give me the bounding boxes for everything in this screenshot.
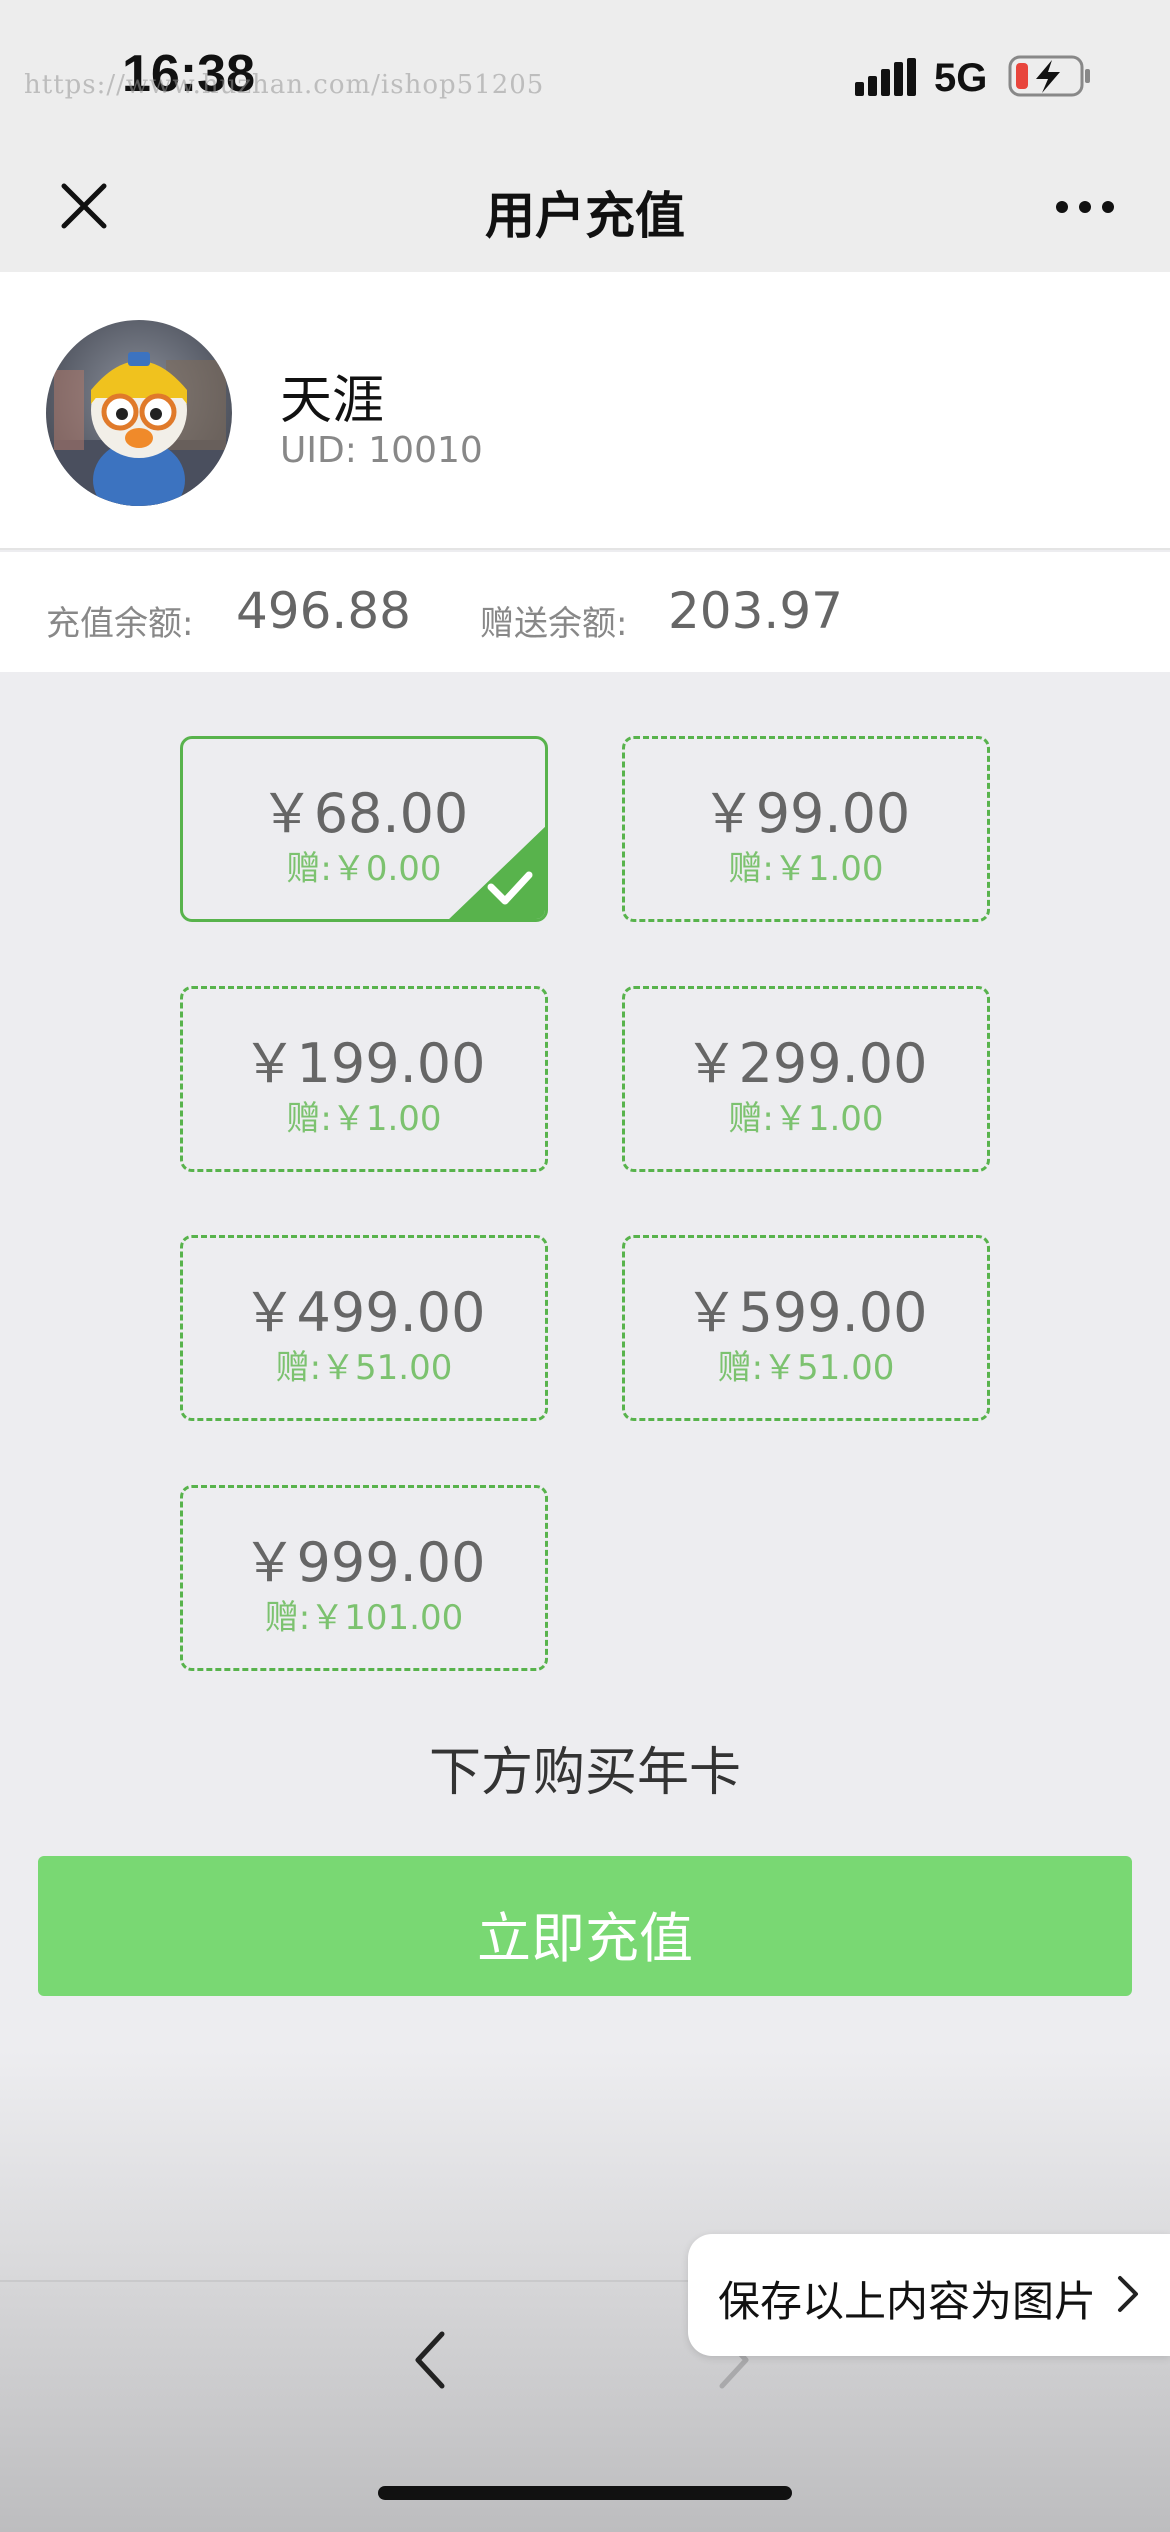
nav-bar: 用户充值 xyxy=(0,140,1170,272)
option-price: ￥499.00 xyxy=(242,1281,486,1344)
option-bonus: 赠:￥51.00 xyxy=(717,1348,895,1388)
recharge-option[interactable]: ￥68.00 赠:￥0.00 xyxy=(180,736,548,922)
option-price: ￥299.00 xyxy=(684,1032,928,1095)
option-bonus: 赠:￥1.00 xyxy=(728,1099,884,1139)
balance-row: 充值余额: 496.88 赠送余额: 203.97 xyxy=(0,552,1170,672)
option-bonus: 赠:￥1.00 xyxy=(286,1099,442,1139)
save-as-image-button[interactable]: 保存以上内容为图片 xyxy=(688,2234,1170,2356)
option-price: ￥999.00 xyxy=(242,1531,486,1594)
recharge-balance-label: 充值余额: xyxy=(46,604,194,644)
recharge-now-label: 立即充值 xyxy=(477,1907,693,1970)
recharge-balance-value: 496.88 xyxy=(236,582,411,640)
watermark: https://www.huzhan.com/ishop51205 xyxy=(24,70,545,100)
status-bar: 16:38 https://www.huzhan.com/ishop51205 … xyxy=(0,0,1170,140)
signal-icon xyxy=(855,58,916,96)
user-uid: UID: 10010 xyxy=(280,430,483,471)
home-indicator xyxy=(378,2486,792,2500)
save-as-image-label: 保存以上内容为图片 xyxy=(718,2277,1097,2326)
recharge-option[interactable]: ￥999.00 赠:￥101.00 xyxy=(180,1485,548,1671)
recharge-now-button[interactable]: 立即充值 xyxy=(38,1856,1132,1996)
option-bonus: 赠:￥101.00 xyxy=(264,1598,464,1638)
buy-yearcard-link[interactable]: 下方购买年卡 xyxy=(0,1730,1170,1805)
option-bonus: 赠:￥51.00 xyxy=(275,1348,453,1388)
gift-balance-label: 赠送余额: xyxy=(480,604,628,644)
check-icon xyxy=(449,826,545,919)
avatar xyxy=(46,320,232,506)
recharge-option[interactable]: ￥299.00 赠:￥1.00 xyxy=(622,986,990,1172)
user-name: 天涯 xyxy=(280,371,385,431)
battery-icon xyxy=(1008,55,1090,97)
recharge-option[interactable]: ￥499.00 赠:￥51.00 xyxy=(180,1235,548,1421)
page-title: 用户充值 xyxy=(485,187,685,245)
option-price: ￥99.00 xyxy=(701,782,911,845)
recharge-option[interactable]: ￥599.00 赠:￥51.00 xyxy=(622,1235,990,1421)
option-price: ￥599.00 xyxy=(684,1281,928,1344)
more-icon[interactable] xyxy=(1055,200,1115,214)
user-card: 天涯 UID: 10010 xyxy=(0,272,1170,550)
option-bonus: 赠:￥1.00 xyxy=(728,849,884,889)
option-price: ￥199.00 xyxy=(242,1032,486,1095)
gift-balance-value: 203.97 xyxy=(668,582,843,640)
recharge-option[interactable]: ￥99.00 赠:￥1.00 xyxy=(622,736,990,922)
recharge-option[interactable]: ￥199.00 赠:￥1.00 xyxy=(180,986,548,1172)
network-label: 5G xyxy=(934,56,988,100)
chevron-right-icon xyxy=(1118,2276,1138,2312)
back-arrow-icon[interactable] xyxy=(410,2328,450,2392)
